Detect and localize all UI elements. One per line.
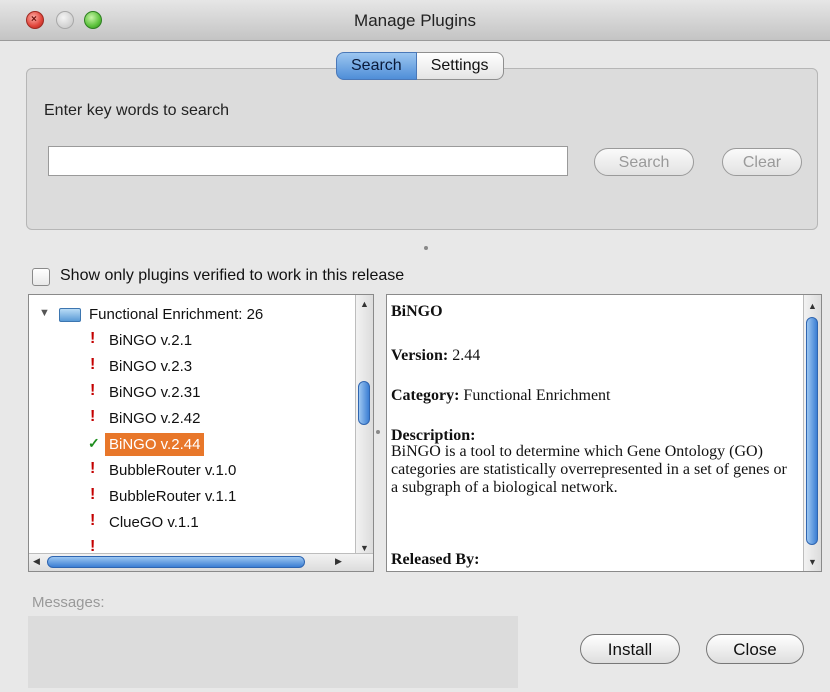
version-label: Version: — [391, 347, 449, 364]
messages-area — [28, 616, 518, 688]
folder-icon — [59, 308, 81, 322]
plugin-label: BiNGO v.2.44 — [105, 433, 205, 456]
plugin-tree[interactable]: ▼ Functional Enrichment: 26 ! BiNGO v.2.… — [28, 294, 374, 572]
scroll-down-arrow-icon[interactable]: ▼ — [356, 543, 373, 553]
install-button[interactable]: Install — [580, 634, 680, 664]
warning-icon: ! — [90, 382, 96, 399]
warning-icon: ! — [90, 356, 96, 373]
warning-icon: ! — [90, 460, 96, 477]
plugin-label: BiNGO v.2.3 — [109, 358, 193, 375]
search-input[interactable] — [48, 146, 568, 176]
title-bar: × Manage Plugins — [0, 0, 830, 41]
version-line: Version: 2.44 — [391, 347, 480, 365]
scroll-left-arrow-icon[interactable]: ◀ — [33, 556, 40, 567]
warning-icon: ! — [90, 512, 96, 529]
tree-vertical-scrollbar[interactable]: ▲ ▼ — [355, 295, 373, 555]
plugin-detail-pane: BiNGO Version: 2.44 Category: Functional… — [386, 294, 822, 572]
version-value: 2.44 — [452, 347, 481, 364]
search-button[interactable]: Search — [594, 148, 694, 176]
tab-bar: Search Settings — [336, 52, 504, 80]
warning-icon: ! — [90, 486, 96, 503]
description-text: BiNGO is a tool to determine which Gene … — [391, 443, 787, 496]
category-line: Category: Functional Enrichment — [391, 387, 611, 405]
clear-button[interactable]: Clear — [722, 148, 802, 176]
category-label: Category: — [391, 387, 460, 404]
window-title: Manage Plugins — [354, 11, 476, 30]
detail-vertical-scrollbar[interactable]: ▲ ▼ — [803, 295, 821, 571]
plugin-name: BiNGO — [391, 303, 443, 320]
checkmark-icon: ✓ — [88, 435, 100, 451]
tree-vertical-scroll-thumb[interactable] — [358, 381, 370, 425]
disclosure-triangle-icon[interactable]: ▼ — [39, 307, 50, 319]
plugin-label: BubbleRouter v.1.0 — [109, 462, 237, 479]
pane-resize-grip-icon[interactable] — [376, 430, 380, 434]
split-grip-icon[interactable] — [424, 246, 428, 250]
plugin-label: BiNGO v.2.31 — [109, 384, 201, 401]
tree-horizontal-scrollbar[interactable]: ◀ ▶ — [29, 553, 373, 571]
plugin-label: ClueGO v.1.1 — [109, 514, 199, 531]
released-by-label: Released By: — [391, 551, 480, 568]
category-value: Functional Enrichment — [463, 387, 611, 404]
scroll-up-arrow-icon[interactable]: ▲ — [804, 301, 821, 311]
verified-only-label: Show only plugins verified to work in th… — [60, 267, 405, 284]
search-prompt: Enter key words to search — [44, 102, 229, 119]
plugin-label: BiNGO v.2.42 — [109, 410, 201, 427]
category-label: Functional Enrichment: 26 — [89, 306, 264, 323]
scroll-right-arrow-icon[interactable]: ▶ — [335, 556, 342, 567]
verified-only-checkbox[interactable] — [32, 268, 50, 286]
scroll-down-arrow-icon[interactable]: ▼ — [804, 557, 821, 567]
tree-category-row[interactable]: ▼ Functional Enrichment: 26 — [29, 303, 349, 327]
plugin-label: BubbleRouter v.1.1 — [109, 488, 237, 505]
scroll-up-arrow-icon[interactable]: ▲ — [356, 299, 373, 309]
tree-horizontal-scroll-thumb[interactable] — [47, 556, 305, 568]
tab-settings[interactable]: Settings — [416, 52, 504, 80]
tab-search[interactable]: Search — [336, 52, 417, 80]
close-button[interactable]: Close — [706, 634, 804, 664]
detail-vertical-scroll-thumb[interactable] — [806, 317, 818, 545]
warning-icon: ! — [90, 408, 96, 425]
warning-icon: ! — [90, 330, 96, 347]
messages-label: Messages: — [32, 594, 105, 611]
plugin-label: BiNGO v.2.1 — [109, 332, 193, 349]
